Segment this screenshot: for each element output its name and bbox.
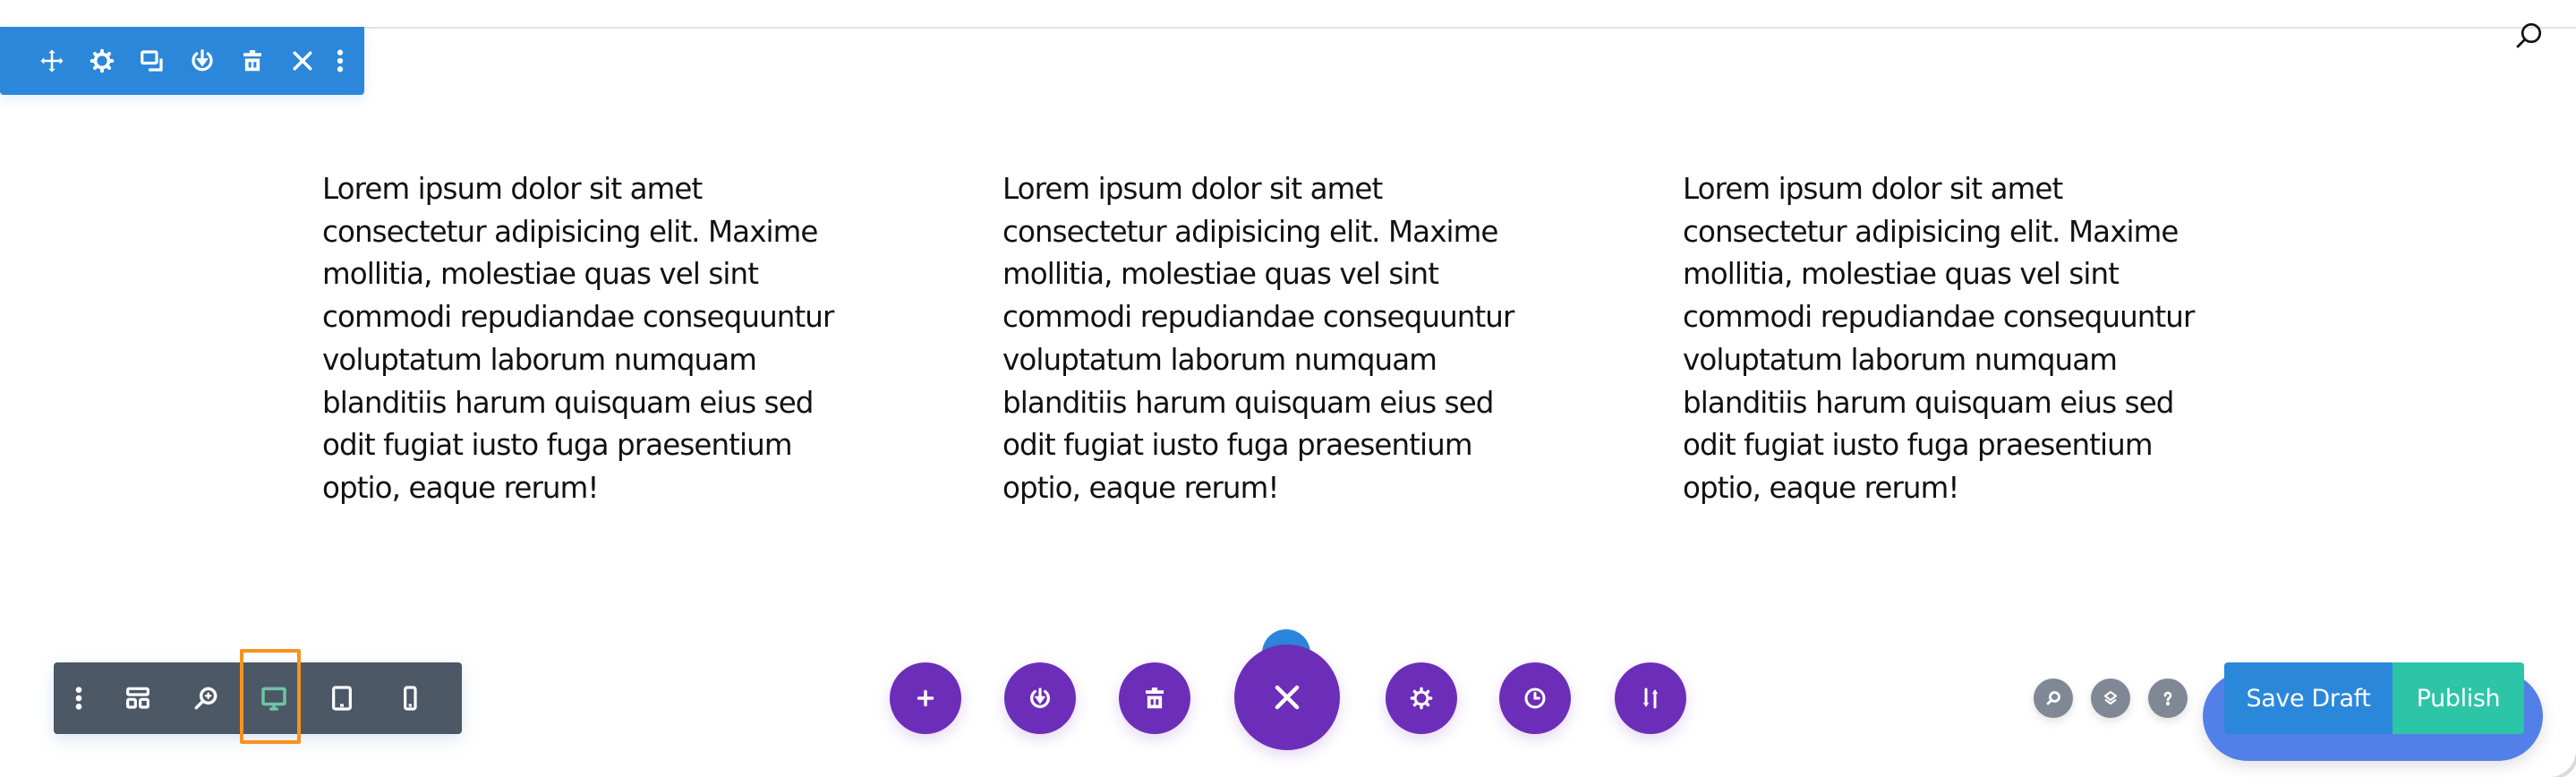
settings-button[interactable] [77, 36, 127, 86]
move-button[interactable] [27, 36, 77, 86]
desktop-view-button[interactable] [240, 649, 308, 744]
page-settings-button[interactable] [1386, 662, 1457, 734]
text-column-3: Lorem ipsum dolor sit amet consectetur a… [1683, 168, 2273, 510]
phone-icon [404, 686, 417, 711]
section-toolbar [0, 27, 364, 95]
text-line: mollitia, molestiae quas vel sint [1002, 257, 1439, 292]
help-icon [2163, 691, 2172, 706]
text-line: optio, eaque rerum! [1002, 470, 1279, 505]
help-button[interactable] [2148, 679, 2188, 718]
wireframe-view-button[interactable] [104, 662, 172, 734]
text-column-2: Lorem ipsum dolor sit amet consectetur a… [1002, 168, 1593, 510]
builder-menu-button[interactable] [54, 662, 104, 734]
move-icon [40, 49, 64, 73]
tablet-view-button[interactable] [308, 662, 376, 734]
trash-icon [1146, 687, 1164, 709]
save-to-library-button[interactable] [1004, 662, 1076, 734]
text-line: blanditiis harum quisquam eius sed [1002, 385, 1494, 420]
history-icon [1524, 687, 1546, 709]
text-column-1: Lorem ipsum dolor sit amet consectetur a… [322, 168, 913, 510]
more-options-button[interactable] [328, 36, 353, 86]
text-line: voluptatum laborum numquam [1683, 342, 2118, 377]
desktop-icon [261, 687, 286, 711]
layers-icon [2103, 690, 2118, 705]
publish-button[interactable]: Publish [2393, 662, 2524, 734]
tablet-icon [332, 686, 352, 711]
text-line: Lorem ipsum dolor sit amet [1683, 172, 2063, 206]
text-line: odit fugiat iusto fuga praesentium [1683, 428, 2154, 463]
close-button[interactable] [277, 36, 328, 86]
top-search-button[interactable] [2511, 18, 2546, 54]
gear-icon [1410, 687, 1433, 710]
search-icon [2046, 691, 2060, 705]
wireframe-view-icon [126, 687, 149, 709]
save-to-library-button[interactable] [177, 36, 227, 86]
duplicate-button[interactable] [127, 36, 177, 86]
text-line: mollitia, molestiae quas vel sint [322, 257, 759, 292]
portability-button[interactable] [1615, 662, 1686, 734]
layers-button[interactable] [2091, 679, 2130, 718]
plus-icon [917, 689, 934, 707]
text-line: commodi repudiandae consequuntur [322, 300, 834, 335]
text-line: optio, eaque rerum! [1683, 470, 1959, 505]
text-line: commodi repudiandae consequuntur [1683, 300, 2195, 335]
text-line: odit fugiat iusto fuga praesentium [1002, 428, 1473, 463]
add-button[interactable] [890, 662, 961, 734]
history-button[interactable] [1499, 662, 1571, 734]
close-icon [293, 51, 312, 71]
phone-view-button[interactable] [376, 662, 444, 734]
clear-layout-button[interactable] [1119, 662, 1190, 734]
close-builder-button[interactable] [1234, 645, 1340, 750]
text-line: blanditiis harum quisquam eius sed [1683, 385, 2174, 420]
text-line: Lorem ipsum dolor sit amet [322, 172, 703, 206]
text-line: mollitia, molestiae quas vel sint [1683, 257, 2120, 292]
delete-button[interactable] [227, 36, 277, 86]
page-top-border [0, 27, 2576, 29]
close-icon [1275, 685, 1300, 710]
text-line: blanditiis harum quisquam eius sed [322, 385, 814, 420]
save-to-library-icon [192, 49, 213, 72]
text-line: voluptatum laborum numquam [1002, 342, 1437, 377]
search-button[interactable] [2034, 679, 2073, 718]
window-corner [2540, 741, 2576, 777]
save-to-library-icon [1030, 687, 1050, 708]
search-icon [2516, 22, 2542, 48]
more-vertical-icon [337, 49, 344, 73]
duplicate-icon [141, 50, 163, 72]
text-line: Lorem ipsum dolor sit amet [1002, 172, 1383, 206]
view-mode-toolbar [54, 649, 462, 744]
text-line: odit fugiat iusto fuga praesentium [322, 428, 793, 463]
save-draft-button[interactable]: Save Draft [2224, 662, 2393, 734]
trash-icon [243, 50, 261, 72]
text-line: consectetur adipisicing elit. Maxime [1002, 214, 1498, 249]
text-line: commodi repudiandae consequuntur [1002, 300, 1514, 335]
zoom-button[interactable] [172, 662, 240, 734]
zoom-icon [194, 687, 218, 710]
text-line: consectetur adipisicing elit. Maxime [322, 214, 818, 249]
text-line: voluptatum laborum numquam [322, 342, 757, 377]
text-line: consectetur adipisicing elit. Maxime [1683, 214, 2179, 249]
text-line: optio, eaque rerum! [322, 470, 599, 505]
more-vertical-icon [75, 687, 82, 710]
portability-icon [1642, 687, 1659, 709]
gear-icon [90, 48, 115, 73]
